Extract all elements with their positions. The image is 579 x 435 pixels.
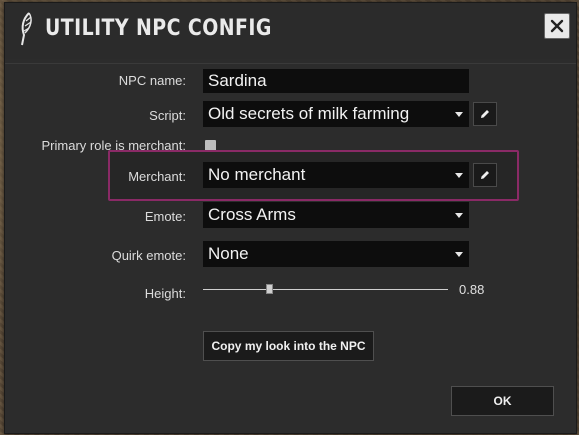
- script-value: Old secrets of milk farming: [208, 104, 410, 123]
- chevron-down-icon: [454, 101, 464, 127]
- title-divider: [5, 63, 576, 64]
- merchant-label: Merchant:: [128, 169, 186, 184]
- script-label: Script:: [149, 108, 186, 123]
- window-title: UTILITY NPC CONFIG: [45, 16, 272, 41]
- chevron-down-icon: [454, 162, 464, 188]
- pencil-icon: [481, 110, 489, 118]
- height-slider-thumb[interactable]: [265, 284, 273, 294]
- height-slider-track[interactable]: [203, 289, 448, 290]
- npc-name-label: NPC name:: [118, 73, 186, 88]
- chevron-down-icon: [454, 241, 464, 267]
- npc-name-input[interactable]: Sardina: [203, 69, 469, 93]
- emote-value: Cross Arms: [208, 205, 296, 224]
- edit-merchant-button[interactable]: [473, 163, 497, 187]
- copy-look-button[interactable]: Copy my look into the NPC: [203, 331, 374, 361]
- script-dropdown[interactable]: Old secrets of milk farming: [203, 101, 469, 127]
- emote-label: Emote:: [144, 209, 186, 224]
- quirk-emote-value: None: [208, 244, 249, 263]
- height-label: Height:: [144, 286, 186, 301]
- pencil-icon: [481, 171, 489, 179]
- merchant-value: No merchant: [208, 165, 306, 184]
- height-value: 0.88: [459, 282, 485, 297]
- close-icon: [550, 19, 564, 33]
- emote-dropdown[interactable]: Cross Arms: [203, 202, 469, 228]
- quirk-emote-dropdown[interactable]: None: [203, 241, 469, 267]
- close-button[interactable]: [544, 13, 570, 39]
- edit-script-button[interactable]: [473, 102, 497, 126]
- quirk-emote-label: Quirk emote:: [111, 248, 186, 263]
- ok-button[interactable]: OK: [451, 386, 554, 416]
- title-bar: UTILITY NPC CONFIG: [5, 3, 576, 59]
- chevron-down-icon: [454, 202, 464, 228]
- merchant-dropdown[interactable]: No merchant: [203, 162, 469, 188]
- feather-logo-icon: [21, 12, 32, 46]
